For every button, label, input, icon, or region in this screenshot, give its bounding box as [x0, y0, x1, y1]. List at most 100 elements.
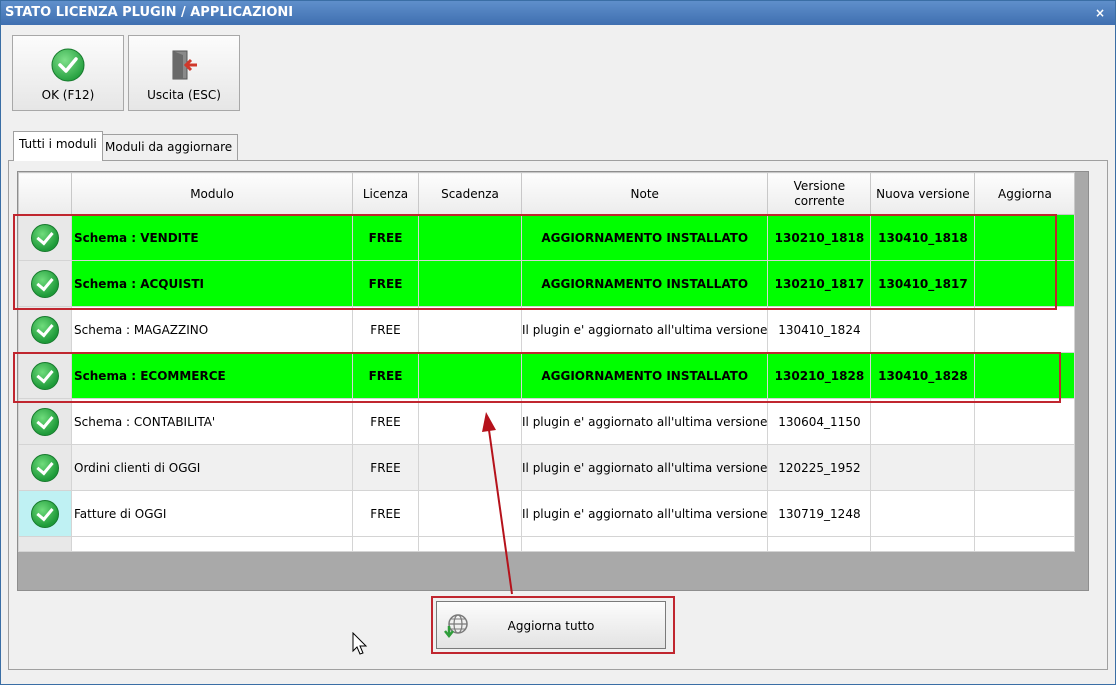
new-row[interactable]	[18, 536, 1076, 552]
cell-aggiorna[interactable]	[974, 214, 1076, 261]
table-row[interactable]: Fatture di OGGI FREE Il plugin e' aggior…	[18, 490, 1076, 537]
cell-nuova-versione	[870, 444, 976, 491]
cell-licenza: FREE	[352, 398, 419, 445]
check-circle-icon	[31, 453, 59, 482]
header-modulo[interactable]: Modulo	[71, 172, 353, 215]
row-selector[interactable]	[18, 214, 72, 261]
cell-modulo: Schema : CONTABILITA'	[71, 398, 353, 445]
cell-licenza: FREE	[352, 214, 419, 261]
empty-cell[interactable]	[870, 536, 976, 552]
empty-cell[interactable]	[418, 536, 522, 552]
cell-scadenza	[418, 398, 522, 445]
header-aggiorna[interactable]: Aggiorna	[974, 172, 1076, 215]
ok-button[interactable]: OK (F12)	[12, 35, 124, 111]
modules-grid: Modulo Licenza Scadenza Note Versione co…	[18, 172, 1076, 552]
close-icon[interactable]: ×	[1095, 1, 1105, 25]
cell-modulo: Ordini clienti di OGGI	[71, 444, 353, 491]
header-nuova-versione[interactable]: Nuova versione	[870, 172, 976, 215]
header-note[interactable]: Note	[520, 172, 769, 215]
header-licenza[interactable]: Licenza	[352, 172, 419, 215]
header-selector	[18, 172, 72, 215]
title-bar[interactable]: STATO LICENZA PLUGIN / APPLICAZIONI ×	[1, 1, 1115, 25]
row-selector[interactable]	[18, 352, 72, 399]
cell-scadenza	[418, 490, 522, 537]
table-row[interactable]: Ordini clienti di OGGI FREE Il plugin e'…	[18, 444, 1076, 491]
cell-note: AGGIORNAMENTO INSTALLATO	[520, 260, 769, 307]
row-selector[interactable]	[18, 398, 72, 445]
row-selector[interactable]	[18, 536, 72, 552]
cell-versione-corrente: 130210_1828	[767, 352, 872, 399]
check-circle-icon	[31, 315, 59, 344]
header-versione-corrente[interactable]: Versione corrente	[767, 172, 872, 215]
cell-modulo: Schema : MAGAZZINO	[71, 306, 353, 353]
check-circle-icon	[31, 223, 59, 252]
row-selector[interactable]	[18, 490, 72, 537]
cell-nuova-versione: 130410_1818	[870, 214, 976, 261]
cell-note: Il plugin e' aggiornato all'ultima versi…	[520, 444, 769, 491]
table-row[interactable]: Schema : ECOMMERCE FREE AGGIORNAMENTO IN…	[18, 352, 1076, 399]
ok-button-label: OK (F12)	[41, 88, 95, 102]
cell-nuova-versione	[870, 398, 976, 445]
cell-nuova-versione	[870, 306, 976, 353]
table-row[interactable]: Schema : VENDITE FREE AGGIORNAMENTO INST…	[18, 214, 1076, 261]
cell-versione-corrente: 130604_1150	[767, 398, 872, 445]
cell-aggiorna[interactable]	[974, 444, 1076, 491]
cell-aggiorna[interactable]	[974, 260, 1076, 307]
cell-aggiorna[interactable]	[974, 352, 1076, 399]
cell-versione-corrente: 130410_1824	[767, 306, 872, 353]
check-circle-icon	[51, 48, 85, 82]
exit-door-icon	[172, 50, 197, 80]
cell-modulo: Schema : ECOMMERCE	[71, 352, 353, 399]
empty-cell[interactable]	[974, 536, 1076, 552]
empty-cell[interactable]	[520, 536, 769, 552]
empty-cell[interactable]	[352, 536, 419, 552]
cell-scadenza	[418, 214, 522, 261]
cell-licenza: FREE	[352, 490, 419, 537]
cell-note: AGGIORNAMENTO INSTALLATO	[520, 214, 769, 261]
cell-modulo: Fatture di OGGI	[71, 490, 353, 537]
cell-note: Il plugin e' aggiornato all'ultima versi…	[520, 306, 769, 353]
tab-modules-to-update[interactable]: Moduli da aggiornare	[99, 134, 239, 160]
cell-aggiorna[interactable]	[974, 398, 1076, 445]
row-selector[interactable]	[18, 260, 72, 307]
cell-modulo: Schema : VENDITE	[71, 214, 353, 261]
check-circle-icon	[31, 361, 59, 390]
cell-note: Il plugin e' aggiornato all'ultima versi…	[520, 398, 769, 445]
exit-button[interactable]: Uscita (ESC)	[128, 35, 240, 111]
cell-versione-corrente: 130210_1818	[767, 214, 872, 261]
cell-licenza: FREE	[352, 352, 419, 399]
exit-button-label: Uscita (ESC)	[147, 88, 221, 102]
cell-licenza: FREE	[352, 260, 419, 307]
cell-scadenza	[418, 352, 522, 399]
cell-aggiorna[interactable]	[974, 306, 1076, 353]
update-all-label: Aggiorna tutto	[507, 619, 595, 633]
tab-all-modules[interactable]: Tutti i moduli	[13, 131, 103, 161]
update-all-button[interactable]: Aggiorna tutto	[436, 601, 666, 649]
empty-cell[interactable]	[767, 536, 872, 552]
header-scadenza[interactable]: Scadenza	[418, 172, 522, 215]
table-row[interactable]: Schema : MAGAZZINO FREE Il plugin e' agg…	[18, 306, 1076, 353]
cell-versione-corrente: 130719_1248	[767, 490, 872, 537]
cell-versione-corrente: 120225_1952	[767, 444, 872, 491]
cell-licenza: FREE	[352, 444, 419, 491]
cell-scadenza	[418, 306, 522, 353]
cell-nuova-versione	[870, 490, 976, 537]
cell-scadenza	[418, 444, 522, 491]
row-selector[interactable]	[18, 444, 72, 491]
check-circle-icon	[31, 269, 59, 298]
table-row[interactable]: Schema : CONTABILITA' FREE Il plugin e' …	[18, 398, 1076, 445]
window-title: STATO LICENZA PLUGIN / APPLICAZIONI	[5, 5, 294, 20]
empty-cell[interactable]	[71, 536, 353, 552]
check-circle-icon	[31, 407, 59, 436]
row-selector[interactable]	[18, 306, 72, 353]
table-row[interactable]: Schema : ACQUISTI FREE AGGIORNAMENTO INS…	[18, 260, 1076, 307]
cell-nuova-versione: 130410_1828	[870, 352, 976, 399]
mouse-cursor-icon	[352, 632, 368, 655]
cell-modulo: Schema : ACQUISTI	[71, 260, 353, 307]
check-circle-icon	[31, 499, 59, 528]
cell-nuova-versione: 130410_1817	[870, 260, 976, 307]
cell-aggiorna[interactable]	[974, 490, 1076, 537]
cell-note: AGGIORNAMENTO INSTALLATO	[520, 352, 769, 399]
cell-note: Il plugin e' aggiornato all'ultima versi…	[520, 490, 769, 537]
cell-licenza: FREE	[352, 306, 419, 353]
